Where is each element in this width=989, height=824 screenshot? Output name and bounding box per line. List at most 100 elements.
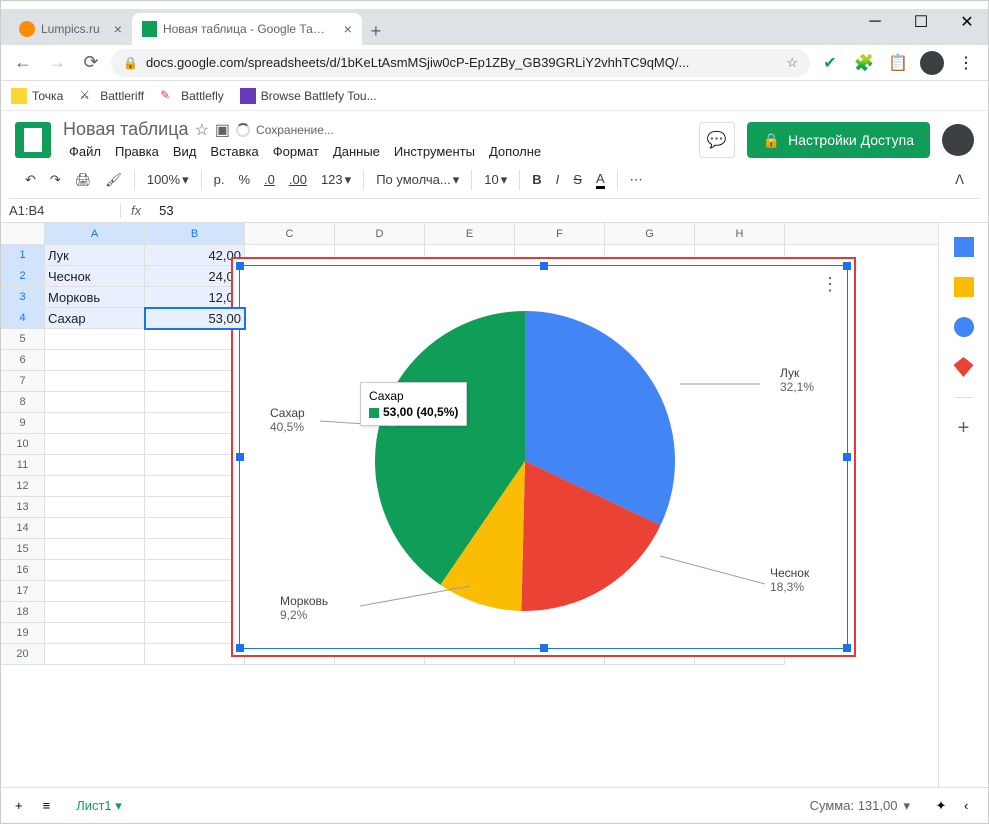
menu-data[interactable]: Данные	[327, 142, 386, 161]
row-header[interactable]: 6	[1, 350, 45, 371]
print-button[interactable]: 🖨	[69, 168, 98, 192]
font-size-select[interactable]: 10 ▾	[478, 168, 513, 192]
column-header[interactable]: E	[425, 223, 515, 244]
column-header[interactable]: B	[145, 223, 245, 244]
italic-button[interactable]: I	[550, 168, 566, 191]
cell[interactable]	[145, 602, 245, 623]
browser-tab[interactable]: Lumpics.ru ×	[9, 13, 132, 45]
chart-menu-icon[interactable]: ⋮	[821, 274, 839, 295]
row-header[interactable]: 10	[1, 434, 45, 455]
sheet-tab[interactable]: Лист1 ▾	[64, 792, 134, 820]
cell[interactable]	[45, 434, 145, 455]
row-header[interactable]: 1	[1, 245, 45, 266]
extensions-button[interactable]: 🧩	[850, 49, 878, 77]
cell[interactable]: Чеснок	[45, 266, 145, 287]
cell[interactable]	[45, 455, 145, 476]
cell[interactable]: 42,00	[145, 245, 245, 266]
cell[interactable]	[145, 434, 245, 455]
spreadsheet-grid[interactable]: A B C D E F G H 1Лук42,002Чеснок24,003Мо…	[1, 223, 938, 787]
strike-button[interactable]: S	[567, 168, 588, 191]
cell[interactable]	[45, 518, 145, 539]
row-header[interactable]: 11	[1, 455, 45, 476]
bookmark[interactable]: ⚔Battleriff	[79, 88, 144, 104]
cell[interactable]	[145, 539, 245, 560]
row-header[interactable]: 8	[1, 392, 45, 413]
column-header[interactable]: C	[245, 223, 335, 244]
zoom-select[interactable]: 100% ▾	[141, 168, 195, 192]
document-title[interactable]: Новая таблица	[63, 119, 189, 140]
calendar-icon[interactable]	[954, 237, 974, 257]
bold-button[interactable]: B	[526, 168, 547, 191]
name-box[interactable]: A1:B4	[1, 203, 121, 218]
resize-handle[interactable]	[843, 262, 851, 270]
resize-handle[interactable]	[843, 644, 851, 652]
cell[interactable]: Морковь	[45, 287, 145, 308]
cell[interactable]: 12,00	[145, 287, 245, 308]
sidepanel-toggle[interactable]: ‹	[964, 798, 980, 813]
maps-icon[interactable]	[954, 357, 974, 377]
address-bar[interactable]: 🔒 docs.google.com/spreadsheets/d/1bKeLtA…	[111, 49, 810, 77]
chart-object[interactable]: ⋮ Лук32,1%Чеснок18,3%Морковь9,2%Сахар40,…	[239, 265, 848, 649]
column-header[interactable]: G	[605, 223, 695, 244]
paint-format-button[interactable]: 🖌	[99, 168, 128, 192]
browser-tab-active[interactable]: Новая таблица - Google Таблиц ×	[132, 13, 362, 45]
status-summary[interactable]: Сумма: 131,00 ▾	[802, 794, 918, 818]
cell[interactable]	[45, 602, 145, 623]
cell[interactable]	[145, 392, 245, 413]
bookmark[interactable]: ✎Battlefly	[160, 88, 224, 104]
cell[interactable]	[145, 581, 245, 602]
cell[interactable]	[45, 581, 145, 602]
font-select[interactable]: По умолча... ▾	[370, 168, 465, 192]
window-close[interactable]: ✕	[953, 8, 981, 36]
cell[interactable]	[145, 644, 245, 665]
menu-file[interactable]: Файл	[63, 142, 107, 161]
cell[interactable]	[45, 476, 145, 497]
menu-format[interactable]: Формат	[267, 142, 325, 161]
row-header[interactable]: 7	[1, 371, 45, 392]
row-header[interactable]: 12	[1, 476, 45, 497]
reload-button[interactable]: ⟳	[77, 49, 105, 77]
star-icon[interactable]: ☆	[195, 120, 209, 140]
menu-edit[interactable]: Правка	[109, 142, 165, 161]
cell[interactable]	[145, 560, 245, 581]
cell[interactable]: 53,00	[145, 308, 245, 329]
back-button[interactable]: ←	[9, 49, 37, 77]
cell[interactable]: Лук	[45, 245, 145, 266]
increase-decimal-button[interactable]: .00	[283, 168, 313, 191]
resize-handle[interactable]	[236, 262, 244, 270]
cell[interactable]	[145, 329, 245, 350]
resize-handle[interactable]	[540, 262, 548, 270]
cell[interactable]	[45, 539, 145, 560]
cell[interactable]	[145, 455, 245, 476]
row-header[interactable]: 18	[1, 602, 45, 623]
tasks-icon[interactable]	[954, 317, 974, 337]
more-toolbar-button[interactable]: ⋯	[624, 168, 649, 192]
new-tab-button[interactable]: +	[362, 17, 390, 45]
cell[interactable]	[45, 560, 145, 581]
decrease-decimal-button[interactable]: .0	[258, 168, 281, 191]
row-header[interactable]: 9	[1, 413, 45, 434]
column-header[interactable]: A	[45, 223, 145, 244]
redo-button[interactable]: ↷	[44, 168, 67, 192]
row-header[interactable]: 20	[1, 644, 45, 665]
resize-handle[interactable]	[540, 644, 548, 652]
forward-button[interactable]: →	[43, 49, 71, 77]
menu-addons[interactable]: Дополне	[483, 142, 547, 161]
text-color-button[interactable]: A	[590, 167, 611, 193]
more-formats-button[interactable]: 123 ▾	[315, 168, 357, 192]
column-header[interactable]: H	[695, 223, 785, 244]
row-header[interactable]: 19	[1, 623, 45, 644]
sheets-logo[interactable]	[15, 122, 51, 158]
explore-button[interactable]: ✦	[926, 791, 956, 821]
row-header[interactable]: 4	[1, 308, 45, 329]
row-header[interactable]: 13	[1, 497, 45, 518]
star-icon[interactable]: ☆	[786, 55, 798, 71]
row-header[interactable]: 5	[1, 329, 45, 350]
menu-view[interactable]: Вид	[167, 142, 203, 161]
move-icon[interactable]: ▣	[215, 120, 230, 140]
resize-handle[interactable]	[236, 453, 244, 461]
cell[interactable]	[145, 371, 245, 392]
cell[interactable]	[145, 476, 245, 497]
cell[interactable]	[145, 623, 245, 644]
row-header[interactable]: 3	[1, 287, 45, 308]
